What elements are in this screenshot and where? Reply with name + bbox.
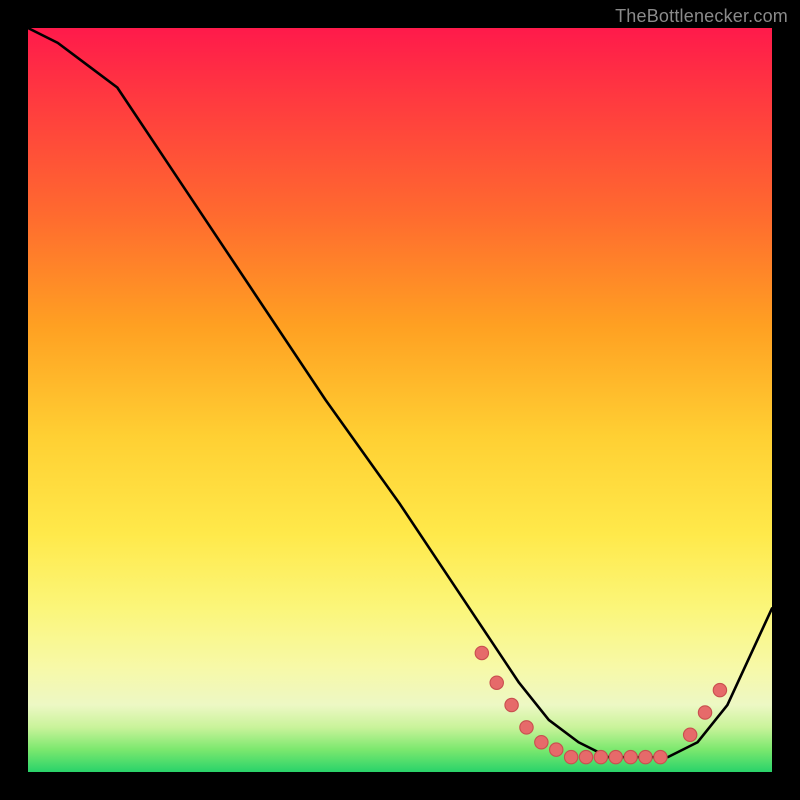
curve-dot [520,721,533,734]
curve-dot [624,750,637,763]
bottleneck-curve-svg [28,28,772,772]
bottleneck-curve [28,28,772,757]
curve-dot [550,743,563,756]
curve-dot [609,750,622,763]
curve-dot [698,706,711,719]
curve-dot [579,750,592,763]
curve-dot [654,750,667,763]
curve-dot [683,728,696,741]
curve-dot [475,646,488,659]
curve-dot [713,683,726,696]
watermark-text: TheBottlenecker.com [615,6,788,27]
curve-dot [594,750,607,763]
curve-dot [564,750,577,763]
curve-dot [639,750,652,763]
curve-dot [490,676,503,689]
curve-dot [535,736,548,749]
curve-dot [505,698,518,711]
chart-stage: TheBottlenecker.com [0,0,800,800]
